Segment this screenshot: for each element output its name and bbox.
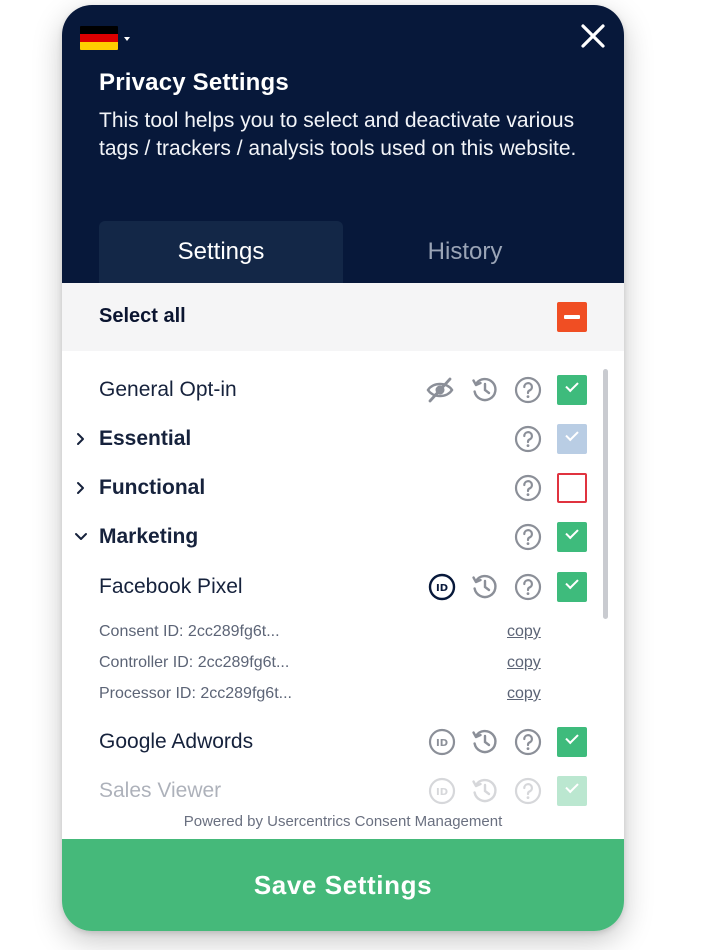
chevron-right-icon[interactable]	[74, 432, 88, 446]
german-flag-icon	[80, 26, 118, 50]
essential-label[interactable]: Essential	[99, 427, 191, 451]
history-icon[interactable]	[470, 727, 500, 757]
close-icon	[581, 24, 605, 48]
close-button[interactable]	[578, 21, 608, 51]
copy-processor-id-link[interactable]: copy	[507, 685, 541, 703]
marketing-label[interactable]: Marketing	[99, 525, 198, 549]
list-item: Essential	[62, 420, 624, 460]
privacy-settings-modal: Privacy Settings This tool helps you to …	[62, 5, 624, 931]
service-list: General Opt-in Essential Functional Mark…	[62, 351, 624, 811]
help-icon[interactable]	[513, 776, 543, 806]
essential-checkbox	[557, 424, 587, 454]
list-item: Sales Viewer ID	[62, 772, 624, 811]
eye-off-icon[interactable]	[425, 375, 455, 405]
select-all-checkbox[interactable]	[557, 302, 587, 332]
marketing-checkbox[interactable]	[557, 522, 587, 552]
id-icon[interactable]: ID	[427, 572, 457, 602]
help-icon[interactable]	[513, 424, 543, 454]
controller-id-text: Controller ID: 2cc289fg6t...	[99, 654, 290, 671]
sales-viewer-checkbox[interactable]	[557, 776, 587, 806]
list-item: Functional	[62, 469, 624, 509]
svg-text:ID: ID	[436, 738, 448, 749]
select-all-label: Select all	[99, 305, 186, 327]
id-icon[interactable]: ID	[427, 727, 457, 757]
language-selector[interactable]	[80, 25, 132, 51]
copy-controller-id-link[interactable]: copy	[507, 654, 541, 672]
modal-header: Privacy Settings This tool helps you to …	[62, 5, 624, 283]
copy-consent-id-link[interactable]: copy	[507, 623, 541, 641]
list-item: Google Adwords ID	[62, 723, 624, 763]
chevron-right-icon[interactable]	[74, 481, 88, 495]
help-icon[interactable]	[513, 473, 543, 503]
tab-bar: Settings History	[99, 221, 587, 283]
id-icon[interactable]: ID	[427, 776, 457, 806]
sales-viewer-label: Sales Viewer	[99, 779, 222, 802]
help-icon[interactable]	[513, 727, 543, 757]
tab-settings[interactable]: Settings	[99, 221, 343, 283]
help-icon[interactable]	[513, 375, 543, 405]
list-item: Facebook Pixel ID	[62, 568, 624, 608]
google-adwords-checkbox[interactable]	[557, 727, 587, 757]
general-optin-checkbox[interactable]	[557, 375, 587, 405]
google-adwords-label: Google Adwords	[99, 730, 254, 753]
processor-id-text: Processor ID: 2cc289fg6t...	[99, 685, 292, 702]
list-item: General Opt-in	[62, 371, 624, 411]
caret-down-icon	[124, 37, 130, 41]
tab-history[interactable]: History	[343, 221, 587, 283]
save-settings-button[interactable]: Save Settings	[62, 839, 624, 931]
history-icon[interactable]	[470, 572, 500, 602]
help-icon[interactable]	[513, 572, 543, 602]
select-all-bar: Select all	[62, 283, 624, 351]
list-scrollbar[interactable]	[603, 369, 608, 619]
svg-text:ID: ID	[436, 583, 448, 594]
functional-label[interactable]: Functional	[99, 476, 205, 500]
powered-by-text: Powered by Usercentrics Consent Manageme…	[183, 813, 503, 830]
general-optin-label: General Opt-in	[99, 378, 237, 401]
facebook-pixel-label: Facebook Pixel	[99, 575, 243, 598]
list-item: Marketing	[62, 518, 624, 558]
functional-checkbox[interactable]	[557, 473, 587, 503]
svg-text:ID: ID	[436, 787, 448, 798]
history-icon[interactable]	[470, 776, 500, 806]
modal-description: This tool helps you to select and deacti…	[99, 109, 577, 160]
history-icon[interactable]	[470, 375, 500, 405]
help-icon[interactable]	[513, 522, 543, 552]
consent-id-text: Consent ID: 2cc289fg6t...	[99, 623, 280, 640]
facebook-pixel-checkbox[interactable]	[557, 572, 587, 602]
chevron-down-icon[interactable]	[74, 530, 88, 544]
modal-title: Privacy Settings	[99, 69, 289, 96]
